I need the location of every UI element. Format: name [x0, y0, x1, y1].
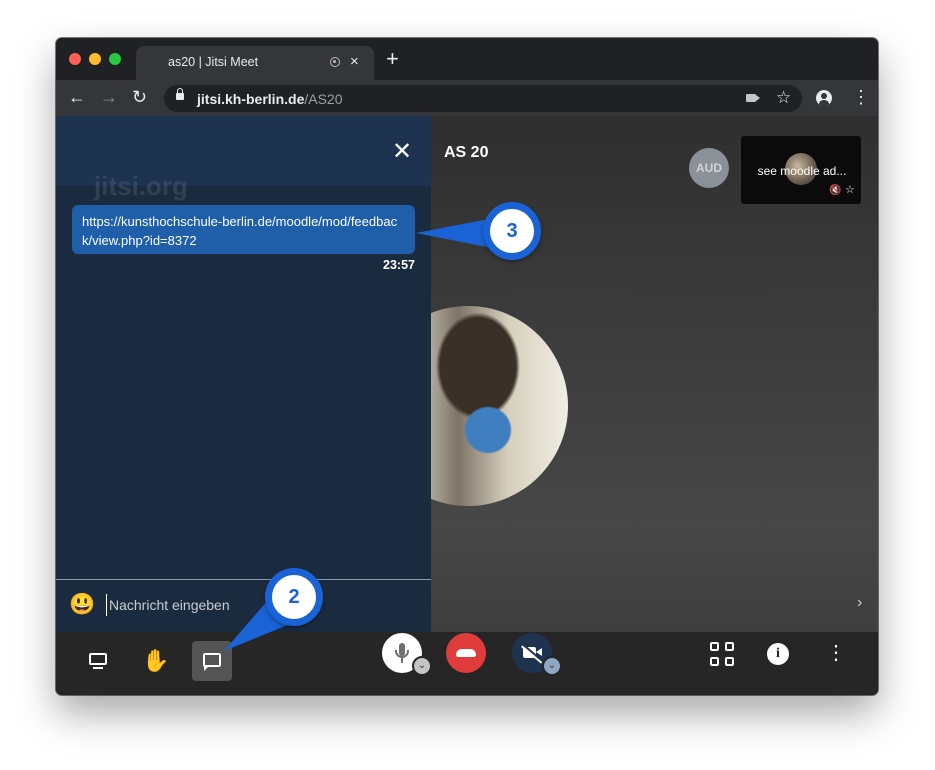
callout-2-badge: 2 — [265, 568, 323, 626]
callout-2-pointer — [224, 600, 290, 651]
